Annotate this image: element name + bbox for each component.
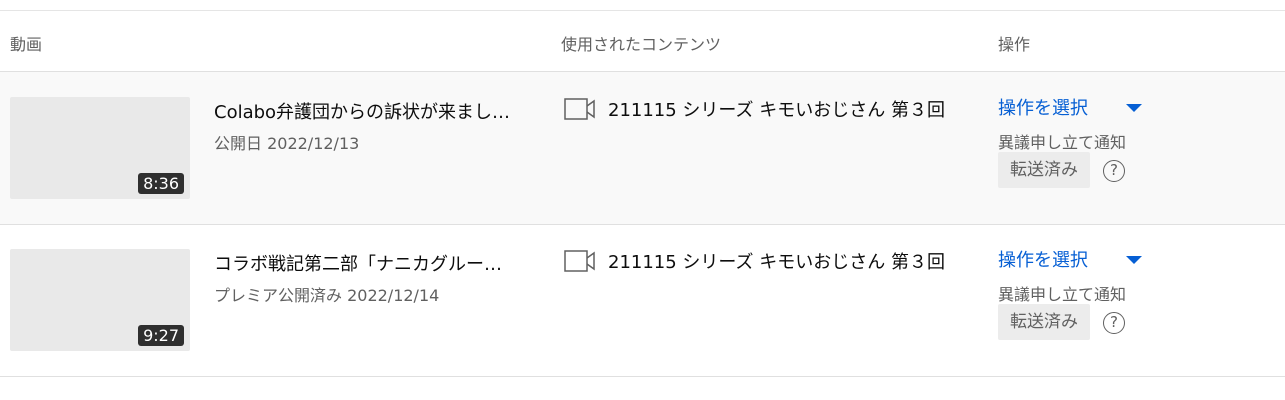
select-action-dropdown[interactable]: 操作を選択 — [998, 94, 1088, 120]
dispute-notice-label: 異議申し立て通知 — [998, 133, 1127, 152]
video-date: プレミア公開済み 2022/12/14 — [214, 286, 440, 305]
question-circle-icon[interactable]: ? — [1103, 160, 1125, 182]
video-title[interactable]: Colabo弁護団からの訴状が来まし… — [214, 98, 534, 124]
used-content-title: 211115 シリーズ キモいおじさん 第３回 — [608, 100, 945, 121]
status-badge: 転送済み — [998, 152, 1090, 188]
table-row: 8:36 Colabo弁護団からの訴状が来まし… 公開日 2022/12/13 … — [0, 72, 1285, 225]
status-badge: 転送済み — [998, 304, 1090, 340]
column-header-content-used[interactable]: 使用されたコンテンツ — [561, 31, 721, 55]
caret-down-icon[interactable] — [1126, 256, 1142, 264]
question-circle-icon[interactable]: ? — [1103, 312, 1125, 334]
video-thumbnail[interactable]: 9:27 — [10, 249, 190, 351]
caret-down-icon[interactable] — [1126, 104, 1142, 112]
used-content-title: 211115 シリーズ キモいおじさん 第３回 — [608, 252, 945, 273]
video-duration: 9:27 — [138, 325, 184, 346]
dispute-notice-label: 異議申し立て通知 — [998, 285, 1127, 304]
column-header-video[interactable]: 動画 — [10, 31, 42, 55]
video-title[interactable]: コラボ戦記第二部「ナニカグルー… — [214, 250, 534, 276]
video-camera-icon — [564, 98, 595, 120]
column-header-actions[interactable]: 操作 — [998, 31, 1030, 55]
video-date: 公開日 2022/12/13 — [214, 134, 360, 153]
table-header: 動画 使用されたコンテンツ 操作 — [0, 11, 1285, 72]
video-duration: 8:36 — [138, 173, 184, 194]
table-row: 9:27 コラボ戦記第二部「ナニカグルー… プレミア公開済み 2022/12/1… — [0, 224, 1285, 377]
video-thumbnail[interactable]: 8:36 — [10, 97, 190, 199]
video-camera-icon — [564, 250, 595, 272]
select-action-dropdown[interactable]: 操作を選択 — [998, 246, 1088, 272]
